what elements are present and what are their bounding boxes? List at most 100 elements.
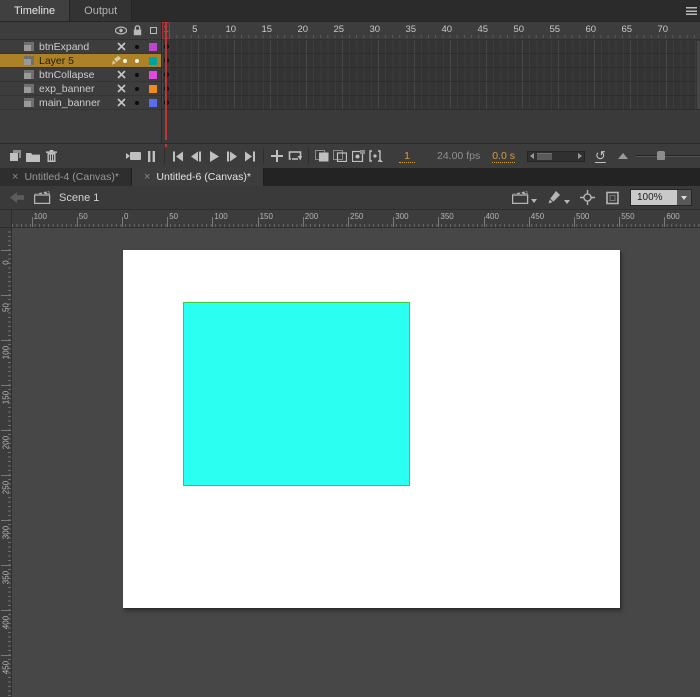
edit-scene-button[interactable] (512, 191, 537, 204)
frame-number-5[interactable]: 5 (192, 24, 197, 35)
panel-menu-icon[interactable] (686, 7, 697, 15)
close-icon[interactable]: × (12, 171, 18, 183)
center-stage-button[interactable] (580, 190, 595, 205)
clip-content-button[interactable] (605, 191, 620, 205)
frame-number-70[interactable]: 70 (658, 24, 669, 35)
play-button[interactable] (205, 148, 223, 164)
ruler-tick (664, 217, 666, 227)
frame-row[interactable] (162, 96, 700, 110)
outline-column-icon[interactable] (145, 27, 161, 34)
ruler-tick (1, 295, 11, 296)
modify-markers-button[interactable] (367, 148, 385, 164)
frame-number-20[interactable]: 20 (298, 24, 309, 35)
lock-state-dot[interactable] (129, 58, 145, 63)
delete-layer-button[interactable] (42, 148, 60, 164)
doc-tab-untitled-6[interactable]: × Untitled-6 (Canvas)* (131, 168, 264, 186)
playhead-line[interactable] (165, 22, 167, 140)
layer-color-chip[interactable] (145, 70, 161, 79)
layer-name-label: main_banner (39, 96, 101, 109)
step-forward-button[interactable] (223, 148, 241, 164)
stage[interactable] (123, 250, 620, 608)
frame-row[interactable] (162, 40, 700, 54)
frame-number-15[interactable]: 15 (262, 24, 273, 35)
camera-button[interactable] (124, 148, 142, 164)
layer-color-chip[interactable] (145, 98, 161, 107)
zoom-level-input[interactable]: 100% (631, 190, 677, 205)
onion-outline-button[interactable] (331, 148, 349, 164)
visibility-column-icon[interactable] (113, 26, 129, 35)
layer-icon (24, 98, 34, 107)
layer-row[interactable]: btnCollapse (0, 68, 161, 82)
step-back-button[interactable] (187, 148, 205, 164)
lock-state-dot[interactable] (129, 44, 145, 49)
layer-color-chip[interactable] (145, 42, 161, 51)
last-frame-button[interactable] (241, 148, 259, 164)
layer-row[interactable]: exp_banner (0, 82, 161, 96)
edit-symbols-button[interactable] (547, 190, 570, 205)
frame-number-45[interactable]: 45 (478, 24, 489, 35)
new-folder-button[interactable] (24, 148, 42, 164)
ruler-label: 150 (1, 390, 11, 405)
layer-icon (24, 42, 34, 51)
new-layer-button[interactable] (6, 148, 24, 164)
scene-breadcrumb[interactable]: Scene 1 (59, 192, 99, 204)
hidden-x-icon[interactable] (113, 70, 129, 79)
layer-color-chip[interactable] (145, 56, 161, 65)
current-frame-value[interactable]: 1 (399, 150, 415, 163)
color-chip (149, 84, 157, 93)
first-frame-button[interactable] (169, 148, 187, 164)
scroll-left-icon[interactable] (529, 153, 534, 159)
doc-tab-untitled-4[interactable]: × Untitled-4 (Canvas)* (0, 168, 132, 186)
lock-state-dot[interactable] (129, 100, 145, 105)
frame-number-55[interactable]: 55 (550, 24, 561, 35)
frame-grid[interactable] (162, 40, 700, 110)
layer-row[interactable]: btnExpand (0, 40, 161, 54)
frame-row[interactable] (162, 68, 700, 82)
tab-timeline[interactable]: Timeline (0, 0, 71, 21)
zoom-slider-thumb[interactable] (656, 151, 665, 160)
hidden-x-icon[interactable] (113, 84, 129, 93)
lock-state-dot[interactable] (129, 86, 145, 91)
timeline-zoom-slider[interactable] (635, 150, 700, 162)
layer-name-label: btnCollapse (39, 68, 95, 81)
center-frame-button[interactable] (268, 148, 286, 164)
hidden-x-icon[interactable] (113, 42, 129, 51)
frame-number-10[interactable]: 10 (226, 24, 237, 35)
scrollbar-thumb[interactable] (536, 152, 552, 160)
frame-row[interactable] (162, 54, 700, 68)
frame-number-40[interactable]: 40 (442, 24, 453, 35)
ruler-label: 150 (259, 212, 273, 221)
tab-output[interactable]: Output (70, 0, 133, 21)
zoom-dropdown-button[interactable] (677, 190, 691, 205)
pencil-icon[interactable] (111, 55, 129, 66)
layer-row[interactable]: main_banner (0, 96, 161, 110)
frame-number-50[interactable]: 50 (514, 24, 525, 35)
frame-number-65[interactable]: 65 (622, 24, 633, 35)
loop-button[interactable] (286, 148, 304, 164)
layers-toggle-button[interactable] (142, 148, 160, 164)
frame-number-30[interactable]: 30 (370, 24, 381, 35)
cyan-rectangle-shape[interactable] (183, 302, 410, 486)
hidden-x-icon[interactable] (113, 98, 129, 107)
frames-header[interactable]: 1510152025303540455055606570 (162, 22, 700, 40)
lock-column-icon[interactable] (129, 25, 145, 36)
frame-number-35[interactable]: 35 (406, 24, 417, 35)
scroll-right-icon[interactable] (577, 153, 582, 159)
layer-row[interactable]: Layer 5 (0, 54, 161, 68)
frame-number-60[interactable]: 60 (586, 24, 597, 35)
onion-skin-button[interactable] (313, 148, 331, 164)
frames-panel[interactable]: 1510152025303540455055606570 (162, 22, 700, 143)
canvas-area[interactable]: 100 50 0 50 100 150 200 250 300 350 400 450 500 550 60… (0, 210, 700, 697)
reset-timeline-zoom-button[interactable]: ↺ (595, 148, 606, 164)
edit-multiple-frames-button[interactable] (349, 148, 367, 164)
back-arrow-icon[interactable] (10, 192, 24, 203)
timeline-scrollbar[interactable] (526, 150, 585, 162)
close-icon[interactable]: × (144, 171, 150, 183)
frame-number-25[interactable]: 25 (334, 24, 345, 35)
frame-row[interactable] (162, 82, 700, 96)
lock-state-dot[interactable] (129, 72, 145, 77)
elapsed-time-value[interactable]: 0.0 s (492, 150, 515, 163)
layer-color-chip[interactable] (145, 84, 161, 93)
timeline-zoom-out-icon[interactable] (617, 153, 628, 159)
frame-rate-value[interactable]: 24.00 fps (437, 150, 480, 162)
